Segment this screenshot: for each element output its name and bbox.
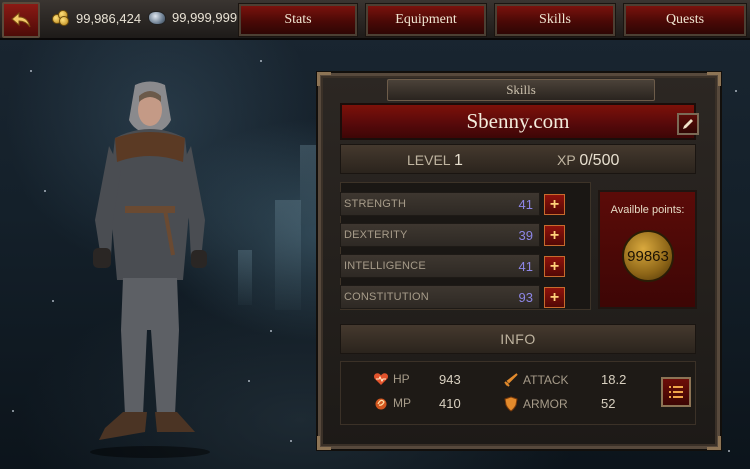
panel-corner — [707, 72, 721, 86]
stat-value: 39 — [518, 228, 533, 243]
stat-row-strength: STRENGTH 41 — [340, 192, 540, 216]
level-display: LEVEL 1 — [407, 152, 463, 170]
stat-value: 41 — [518, 197, 533, 212]
back-arrow-icon — [11, 11, 31, 28]
pencil-icon — [683, 119, 693, 129]
mana-icon — [375, 398, 387, 410]
top-bar: 99,986,424 99,999,999 Stats Equipment Sk… — [0, 0, 750, 40]
level-bar: LEVEL 1 XP 0/500 — [340, 144, 696, 174]
points-coin-icon: 99863 — [622, 230, 674, 282]
background-pillar — [300, 145, 320, 225]
info-box: HP 943 MP 410 ATTACK 18.2 ARMOR 52 — [340, 361, 696, 425]
attack-stat: ATTACK — [503, 372, 569, 388]
level-value: 1 — [453, 152, 463, 169]
xp-display: XP 0/500 — [557, 152, 619, 170]
gem-icon — [148, 10, 166, 25]
attack-value: 18.2 — [601, 372, 627, 387]
available-points-value: 99863 — [627, 247, 669, 265]
hp-label: HP — [393, 372, 410, 386]
stat-row-intelligence: INTELLIGENCE 41 — [340, 254, 540, 278]
stat-label: CONSTITUTION — [344, 291, 429, 303]
gem-amount: 99,999,999 — [172, 10, 238, 25]
stat-label: INTELLIGENCE — [344, 260, 426, 272]
panel-corner — [317, 436, 331, 450]
stat-label: DEXTERITY — [344, 229, 408, 241]
gem-counter: 99,999,999 — [148, 10, 237, 25]
sword-icon — [504, 373, 518, 387]
back-button[interactable] — [2, 2, 40, 38]
panel-title: Skills — [387, 79, 655, 101]
info-header: INFO — [340, 324, 696, 354]
gold-counter: 99,986,424 — [52, 10, 141, 26]
attack-label: ATTACK — [523, 373, 569, 387]
increase-constitution-button[interactable]: + — [544, 287, 565, 308]
mp-value: 410 — [439, 396, 461, 411]
mp-label: MP — [393, 396, 411, 410]
available-points-box: Availble points: 99863 — [598, 190, 697, 309]
armor-value: 52 — [601, 396, 616, 411]
tab-equipment[interactable]: Equipment — [365, 3, 487, 37]
hp-value: 943 — [439, 372, 461, 387]
increase-strength-button[interactable]: + — [544, 194, 565, 215]
gold-coins-icon — [52, 10, 70, 26]
level-label: LEVEL — [407, 152, 451, 168]
shield-icon — [504, 396, 518, 412]
tab-quests[interactable]: Quests — [623, 3, 747, 37]
character-figure — [90, 81, 210, 458]
gold-amount: 99,986,424 — [76, 10, 142, 26]
armor-stat: ARMOR — [503, 396, 568, 412]
xp-value: 0/500 — [579, 152, 620, 169]
skills-panel: Skills Sbenny.com LEVEL 1 XP 0/500 STREN… — [317, 72, 721, 450]
panel-corner — [707, 436, 721, 450]
details-list-button[interactable] — [661, 377, 691, 407]
background-pillar — [238, 250, 252, 305]
stat-row-constitution: CONSTITUTION 93 — [340, 285, 540, 309]
stat-value: 41 — [518, 259, 533, 274]
hp-stat: HP — [373, 372, 410, 386]
heart-icon — [374, 373, 388, 385]
xp-label: XP — [557, 152, 576, 168]
tab-stats[interactable]: Stats — [238, 3, 358, 37]
stat-label: STRENGTH — [344, 198, 407, 210]
stat-row-dexterity: DEXTERITY 39 — [340, 223, 540, 247]
character-name: Sbenny.com — [340, 103, 696, 140]
background-pillar — [275, 200, 301, 310]
mp-stat: MP — [373, 396, 411, 410]
available-points-label: Availble points: — [610, 204, 685, 216]
increase-dexterity-button[interactable]: + — [544, 225, 565, 246]
armor-label: ARMOR — [523, 397, 568, 411]
tab-skills[interactable]: Skills — [494, 3, 616, 37]
list-icon — [669, 386, 683, 398]
edit-name-button[interactable] — [677, 113, 699, 135]
increase-intelligence-button[interactable]: + — [544, 256, 565, 277]
stat-value: 93 — [518, 290, 533, 305]
panel-corner — [317, 72, 331, 86]
